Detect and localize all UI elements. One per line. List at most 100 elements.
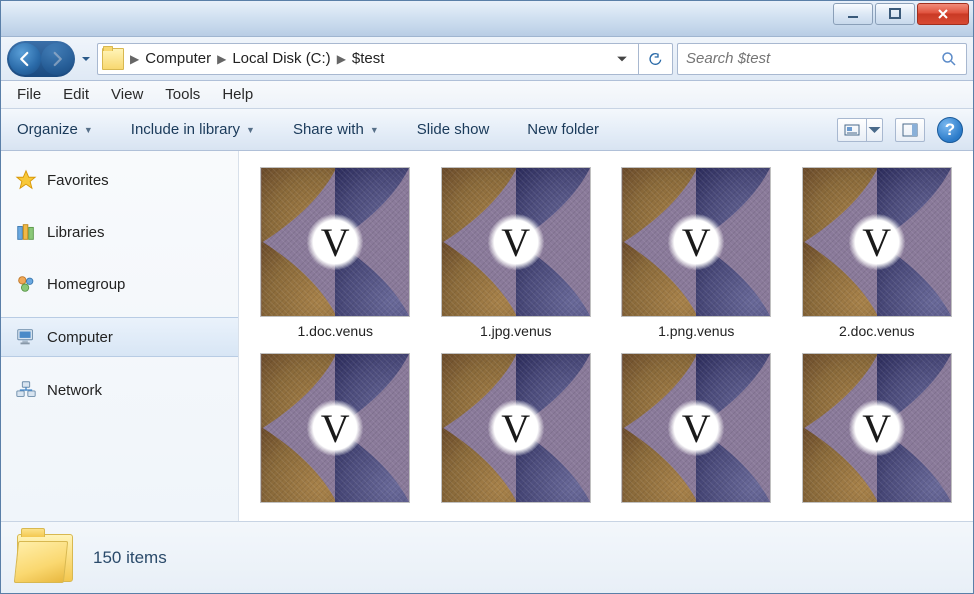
venus-badge-icon: V [307,400,363,456]
status-bar: 150 items [1,521,973,593]
chevron-down-icon: ▼ [84,125,93,135]
minimize-button[interactable] [833,3,873,25]
file-thumbnail: V [802,167,952,317]
maximize-button[interactable] [875,3,915,25]
share-with-button[interactable]: Share with▼ [287,117,385,142]
sidebar-item-homegroup[interactable]: Homegroup [1,265,238,303]
arrow-right-icon [48,50,66,68]
sidebar-item-favorites[interactable]: Favorites [1,161,238,199]
venus-badge-icon: V [488,400,544,456]
chevron-down-icon [81,54,91,64]
file-item[interactable]: V [251,351,420,511]
breadcrumb-segment[interactable]: Computer [141,44,215,74]
venus-badge-icon: V [668,214,724,270]
file-item[interactable]: V 1.png.venus [612,165,781,341]
search-input[interactable] [686,50,940,67]
file-item[interactable]: V 1.jpg.venus [432,165,601,341]
menu-edit[interactable]: Edit [53,82,99,107]
file-item[interactable]: V [793,351,962,511]
new-folder-button[interactable]: New folder [521,117,605,142]
back-button[interactable] [9,43,41,75]
sidebar-item-network[interactable]: Network [1,371,238,409]
close-icon [936,7,950,21]
file-list[interactable]: V 1.doc.venus V 1.jpg.venus V 1.png.venu… [239,151,973,521]
menubar: File Edit View Tools Help [1,81,973,109]
pane-icon [902,122,918,138]
slideshow-button[interactable]: Slide show [411,117,496,142]
sidebar-label: Favorites [47,172,109,189]
nav-history-dropdown[interactable] [79,43,93,75]
newfolder-label: New folder [527,121,599,138]
computer-icon [15,326,37,348]
sidebar-label: Network [47,382,102,399]
file-thumbnail: V [621,167,771,317]
venus-badge-icon: V [668,400,724,456]
arrow-left-icon [16,50,34,68]
maximize-icon [888,7,902,21]
view-options-button[interactable] [837,118,867,142]
menu-help[interactable]: Help [212,82,263,107]
nav-buttons [7,41,75,77]
network-icon [15,379,37,401]
venus-badge-icon: V [849,214,905,270]
minimize-icon [846,7,860,21]
file-name: 2.doc.venus [839,323,915,339]
sidebar-item-computer[interactable]: Computer [1,317,238,357]
file-name: 1.jpg.venus [480,323,552,339]
explorer-window: ▶ Computer ▶ Local Disk (C:) ▶ $test Fil… [0,0,974,594]
address-bar: ▶ Computer ▶ Local Disk (C:) ▶ $test [1,37,973,81]
libraries-icon [15,221,37,243]
venus-badge-icon: V [307,214,363,270]
preview-pane-button[interactable] [895,118,925,142]
include-library-button[interactable]: Include in library ▼ [125,117,261,142]
breadcrumb[interactable]: ▶ Computer ▶ Local Disk (C:) ▶ $test [97,43,639,75]
include-label: Include in library [131,121,240,138]
file-thumbnail: V [441,167,591,317]
venus-badge-icon: V [849,400,905,456]
star-icon [15,169,37,191]
chevron-right-icon: ▶ [215,52,228,66]
file-thumbnail: V [441,353,591,503]
file-name: 1.doc.venus [298,323,374,339]
organize-button[interactable]: Organize ▼ [11,117,99,142]
refresh-button[interactable] [639,43,673,75]
chevron-down-icon[interactable] [616,53,628,65]
file-item[interactable]: V 2.doc.venus [793,165,962,341]
forward-button[interactable] [41,43,73,75]
sidebar: Favorites Libraries Homegroup Computer N… [1,151,239,521]
file-item[interactable]: V [432,351,601,511]
file-item[interactable]: V 1.doc.venus [251,165,420,341]
homegroup-icon [15,273,37,295]
titlebar [1,1,973,37]
menu-file[interactable]: File [7,82,51,107]
view-dropdown-button[interactable] [867,118,883,142]
sidebar-label: Libraries [47,224,105,241]
help-icon: ? [945,120,955,140]
file-item[interactable]: V [612,351,781,511]
search-box[interactable] [677,43,967,75]
breadcrumb-segment[interactable]: Local Disk (C:) [228,44,334,74]
organize-label: Organize [17,121,78,138]
folder-icon [17,534,73,582]
file-thumbnail: V [260,353,410,503]
chevron-right-icon: ▶ [128,52,141,66]
breadcrumb-segment[interactable]: $test [348,44,389,74]
close-button[interactable] [917,3,969,25]
body: Favorites Libraries Homegroup Computer N… [1,151,973,521]
file-name: 1.png.venus [658,323,734,339]
chevron-down-icon: ▼ [246,125,255,135]
sidebar-label: Homegroup [47,276,125,293]
help-button[interactable]: ? [937,117,963,143]
chevron-down-icon [867,122,882,138]
file-thumbnail: V [802,353,952,503]
share-label: Share with [293,121,364,138]
view-icon [844,122,860,138]
file-thumbnail: V [260,167,410,317]
menu-view[interactable]: View [101,82,153,107]
toolbar: Organize ▼ Include in library ▼ Share with… [1,109,973,151]
sidebar-item-libraries[interactable]: Libraries [1,213,238,251]
refresh-icon [648,51,664,67]
status-count: 150 items [93,548,167,568]
menu-tools[interactable]: Tools [155,82,210,107]
chevron-right-icon: ▶ [335,52,348,66]
